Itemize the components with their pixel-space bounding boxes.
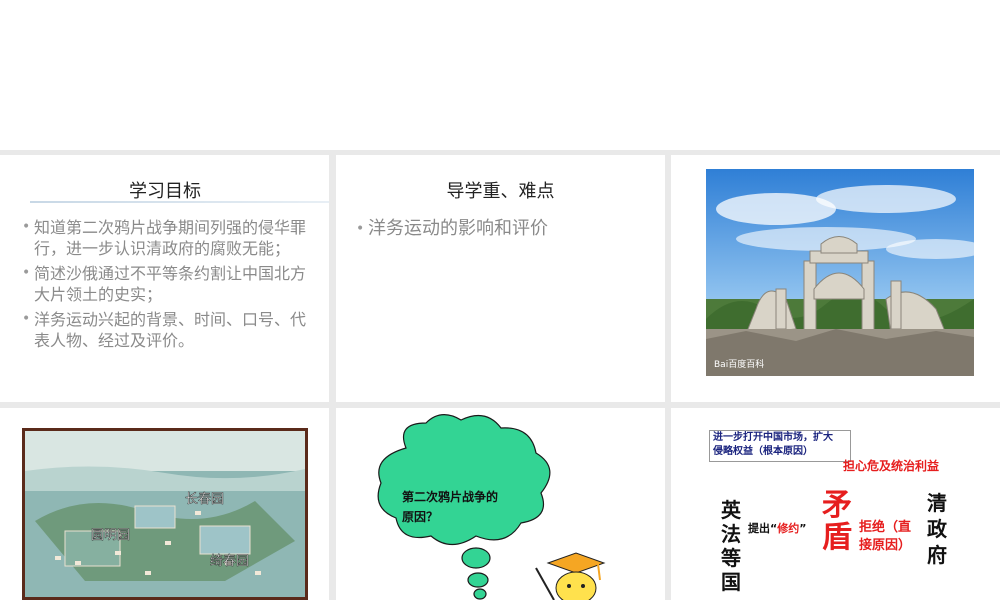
left-party-char: 等: [721, 546, 741, 570]
conflict-char: 盾: [822, 520, 852, 555]
slide-thumbnail-1[interactable]: 学习目标 知道第二次鸦片战争期间列强的侵华罪行，进一步认识清政府的腐败无能； 简…: [0, 155, 329, 402]
thought-bubble: [377, 414, 551, 546]
graduation-cap-icon: [546, 552, 606, 574]
propose-word: 修约: [777, 522, 800, 535]
photo-watermark: Bai百度百科: [714, 358, 764, 370]
slide-sorter-grid: 学习目标 知道第二次鸦片战争期间列强的侵华罪行，进一步认识清政府的腐败无能； 简…: [0, 150, 1000, 600]
pointer-stick: [535, 567, 555, 600]
right-party-char: 政: [927, 517, 947, 541]
root-cause-line1: 进一步打开中国市场，扩大: [713, 432, 833, 443]
map-label-qichun: 绮春园: [210, 554, 249, 569]
palace-map-frame: 长春园 圆明园 绮春园: [22, 428, 308, 600]
right-party-char: 府: [927, 543, 947, 567]
bubble-dot-medium: [467, 572, 489, 588]
right-party: 清 政 府: [927, 490, 951, 568]
left-party-char: 法: [721, 522, 741, 546]
root-cause-line2: 侵略权益（根本原因）: [713, 446, 813, 457]
reject-line1: 拒绝（直: [859, 520, 912, 535]
slide-thumbnail-5[interactable]: 第二次鸦片战争的 原因？: [336, 408, 665, 600]
left-party: 英 法 等 国: [721, 498, 743, 594]
propose-suffix: ”: [799, 522, 807, 535]
bullet-item: 简述沙俄通过不平等条约割让中国北方大片领土的史实；: [22, 263, 312, 305]
bullet-list: 洋务运动的影响和评价: [356, 217, 646, 245]
bubble-text-line2: 原因？: [402, 509, 438, 524]
map-label-changchun: 长春园: [185, 492, 224, 507]
conflict-char: 矛: [822, 488, 852, 523]
propose-text: 提出“修约”: [748, 520, 806, 536]
bullet-item: 知道第二次鸦片战争期间列强的侵华罪行，进一步认识清政府的腐败无能；: [22, 217, 312, 259]
bubble-text-line1: 第二次鸦片战争的: [402, 489, 498, 504]
map-label-yuanming: 圆明园: [91, 528, 130, 543]
slide-thumbnail-2[interactable]: 导学重、难点 洋务运动的影响和评价: [336, 155, 665, 402]
slide-thumbnail-4[interactable]: 长春园 圆明园 绮春园: [0, 408, 329, 600]
slide-title: 导学重、难点: [446, 181, 555, 202]
title-underline: [30, 201, 329, 203]
palace-map-image: 长春园 圆明园 绮春园: [25, 431, 305, 597]
propose-prefix: 提出“: [748, 522, 778, 535]
left-party-char: 国: [721, 570, 741, 594]
student-face: [555, 571, 597, 600]
bubble-dot-small: [473, 588, 487, 600]
cartoon-student: [535, 552, 606, 600]
slide-thumbnail-6[interactable]: 进一步打开中国市场，扩大 侵略权益（根本原因） 担心危及统治利益 英 法 等 国…: [671, 408, 1000, 600]
right-party-char: 清: [927, 491, 947, 515]
reject-line2: 接原因）: [859, 538, 912, 553]
left-party-char: 英: [721, 498, 741, 522]
bullet-item: 洋务运动兴起的背景、时间、口号、代表人物、经过及评价。: [22, 309, 312, 351]
top-blank-area: [0, 0, 1000, 150]
bullet-list: 知道第二次鸦片战争期间列强的侵华罪行，进一步认识清政府的腐败无能； 简述沙俄通过…: [22, 217, 312, 355]
bubble-dot-large: [461, 547, 491, 569]
ruins-photo: Bai百度百科: [706, 169, 974, 376]
bullet-item: 洋务运动的影响和评价: [356, 217, 646, 241]
slide-thumbnail-3[interactable]: Bai百度百科: [671, 155, 1000, 402]
slide-title: 学习目标: [129, 181, 201, 202]
conflict-word: 矛 盾: [822, 490, 856, 554]
thought-bubble-graphic: 第二次鸦片战争的 原因？: [377, 414, 606, 600]
root-cause-box: 进一步打开中国市场，扩大 侵略权益（根本原因）: [709, 430, 851, 462]
worry-text: 担心危及统治利益: [843, 459, 940, 473]
